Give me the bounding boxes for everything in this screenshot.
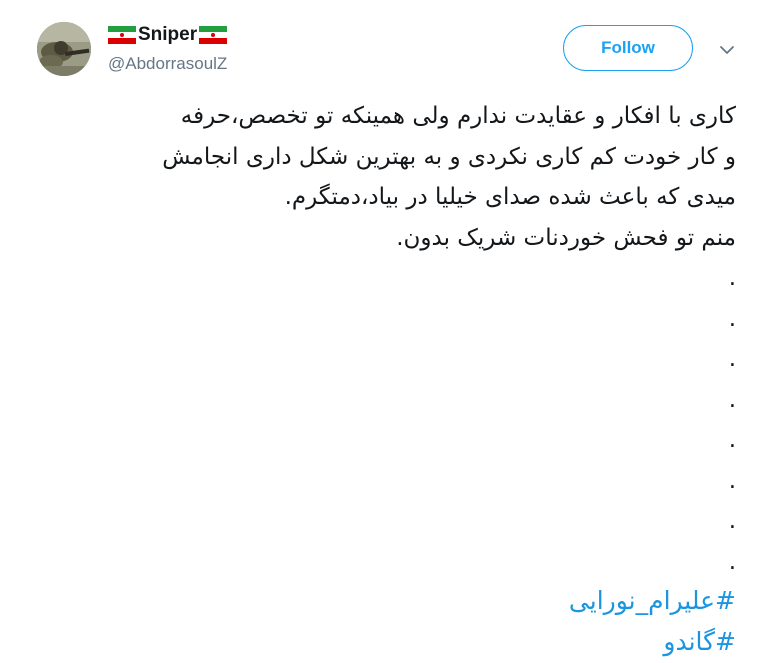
tweet-text-line: . xyxy=(728,386,736,413)
tweet-text: کاری با افکار و عقایدت ندارم ولی همینکه … xyxy=(36,96,736,582)
tweet-text-line: منم تو فحش خوردنات شریک بدون. xyxy=(396,224,736,251)
author-name-row[interactable]: Sniper xyxy=(108,24,228,46)
tweet-text-line: و کار خودت کم کاری نکردی و به بهترین شکل… xyxy=(162,143,736,170)
tweet-text-line: میدی که باعث شده صدای خیلیا در بیاد،دمتگ… xyxy=(284,184,736,210)
chevron-down-icon[interactable] xyxy=(717,40,737,60)
tweet-text-line: . xyxy=(728,548,736,575)
tweet-text-line: . xyxy=(728,467,736,494)
tweet-text-line: . xyxy=(728,427,736,453)
tweet-text-line: . xyxy=(728,508,736,534)
tweet-text-line: . xyxy=(728,305,736,332)
tweet-text-line: . xyxy=(728,346,736,372)
avatar[interactable] xyxy=(37,22,91,76)
user-handle[interactable]: @AbdorrasoulZ xyxy=(108,54,227,74)
display-name: Sniper xyxy=(138,24,198,45)
follow-button[interactable]: Follow xyxy=(563,25,693,71)
hashtag-link[interactable]: #علیرام_نورایی xyxy=(569,580,736,621)
hashtag-list: #علیرام_نورایی #گاندو xyxy=(569,580,736,662)
tweet-text-line: کاری با افکار و عقایدت ندارم ولی همینکه … xyxy=(180,103,736,129)
iran-flag-icon xyxy=(199,26,228,44)
avatar-image xyxy=(37,22,91,76)
tweet-text-line: . xyxy=(728,265,736,291)
tweet-card: Sniper @AbdorrasoulZ Follow کاری با افکا… xyxy=(0,0,770,663)
iran-flag-icon xyxy=(108,26,136,44)
hashtag-link[interactable]: #گاندو xyxy=(569,621,736,662)
